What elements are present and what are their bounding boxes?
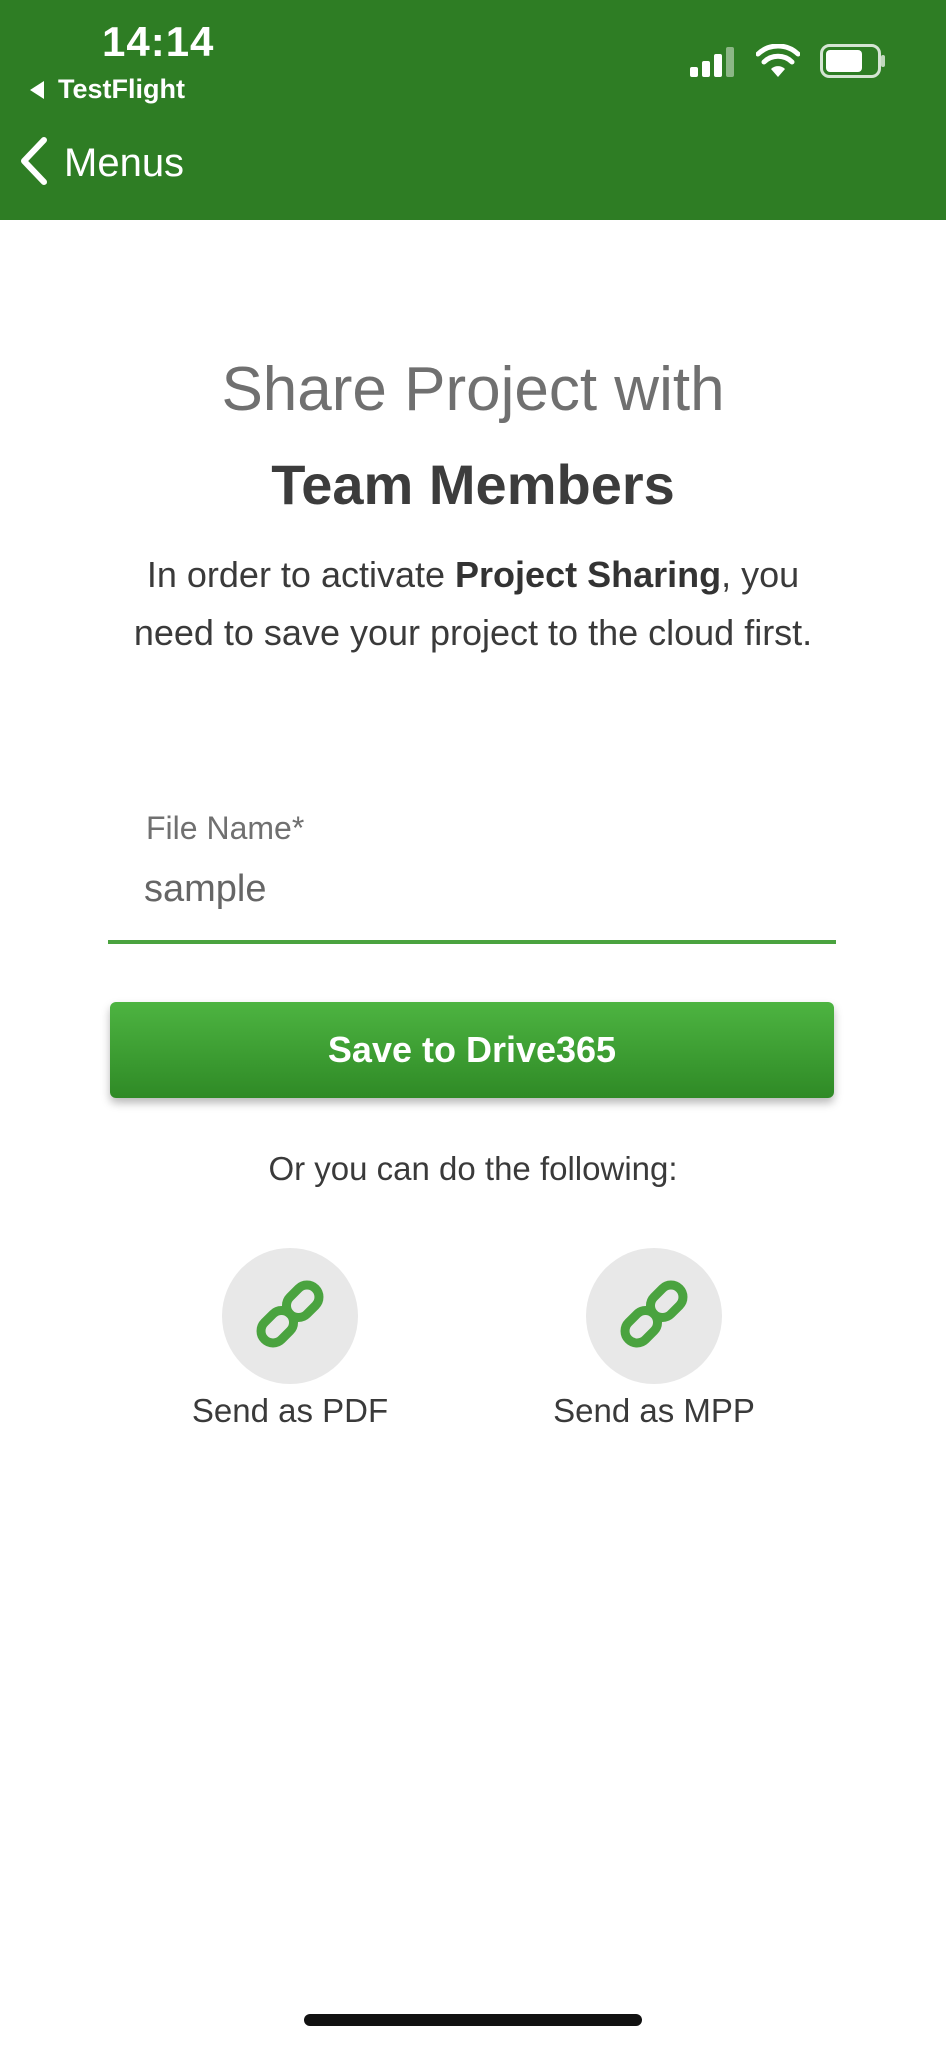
link-icon bbox=[250, 1274, 330, 1359]
back-triangle-icon bbox=[30, 80, 44, 99]
description-pre: In order to activate bbox=[146, 554, 456, 595]
save-to-drive-button[interactable]: Save to Drive365 bbox=[110, 1002, 834, 1098]
file-name-field: File Name* bbox=[108, 806, 836, 944]
send-as-mpp-option[interactable]: Send as MPP bbox=[524, 1248, 784, 1430]
alternatives-intro: Or you can do the following: bbox=[268, 1150, 678, 1187]
battery-icon bbox=[820, 44, 886, 83]
send-pdf-circle[interactable] bbox=[222, 1248, 358, 1384]
status-time: 14:14 bbox=[102, 18, 215, 65]
home-indicator[interactable] bbox=[304, 2014, 642, 2026]
nav-back-label: Menus bbox=[64, 141, 185, 185]
link-icon bbox=[614, 1274, 694, 1359]
description-text: In order to activate Project Sharing, yo… bbox=[110, 546, 836, 662]
page-subtitle: Team Members bbox=[271, 453, 675, 516]
send-as-pdf-option[interactable]: Send as PDF bbox=[160, 1248, 420, 1430]
back-to-app-link[interactable]: TestFlight bbox=[30, 74, 185, 105]
chevron-left-icon bbox=[18, 136, 50, 191]
app-header: 14:14 TestFlight Menus bbox=[0, 0, 946, 220]
send-mpp-circle[interactable] bbox=[586, 1248, 722, 1384]
nav-back-button[interactable]: Menus bbox=[18, 136, 184, 191]
send-pdf-label: Send as PDF bbox=[191, 1392, 389, 1429]
file-name-input[interactable] bbox=[144, 868, 794, 911]
send-mpp-label: Send as MPP bbox=[553, 1392, 755, 1429]
cellular-signal-icon bbox=[690, 45, 736, 82]
wifi-icon bbox=[755, 43, 801, 83]
file-name-label: File Name* bbox=[146, 810, 305, 846]
status-icons bbox=[690, 43, 886, 83]
description-bold: Project Sharing bbox=[455, 554, 722, 595]
page-title: Share Project with bbox=[221, 355, 725, 424]
back-app-label: TestFlight bbox=[58, 74, 185, 104]
